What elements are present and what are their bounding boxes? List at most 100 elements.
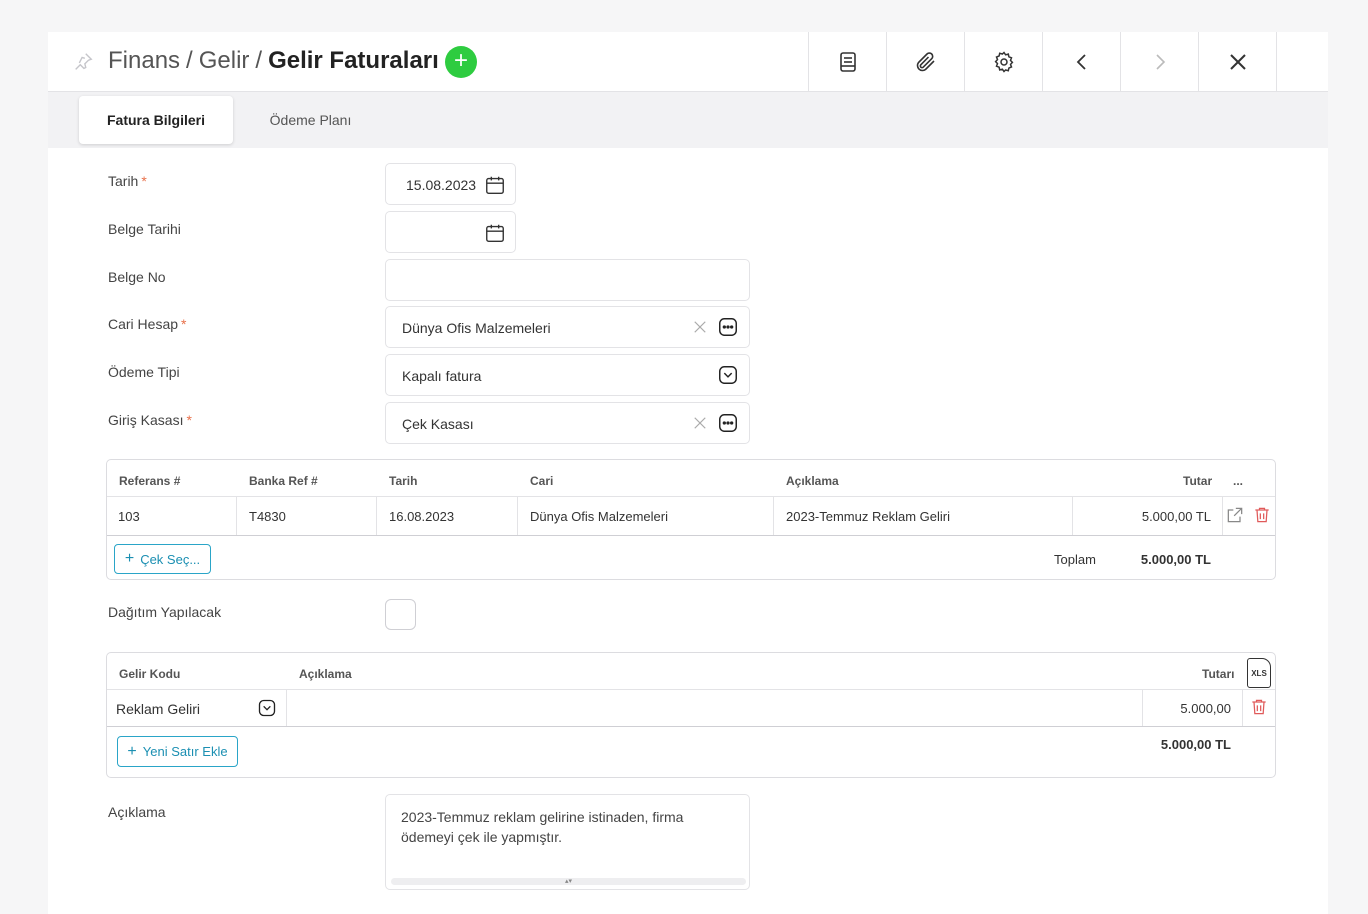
calendar-icon[interactable] xyxy=(484,222,506,244)
column-header-tutar[interactable]: Tutarı xyxy=(1202,667,1234,681)
column-header-banka-ref[interactable]: Banka Ref # xyxy=(249,474,318,488)
calendar-icon[interactable] xyxy=(484,174,506,196)
odeme-tipi-value: Kapalı fatura xyxy=(402,368,482,384)
giris-kasasi-label: Giriş Kasası * xyxy=(108,412,192,428)
column-header-tarih[interactable]: Tarih xyxy=(389,474,417,488)
column-header-aciklama[interactable]: Açıklama xyxy=(786,474,839,488)
attach-button[interactable] xyxy=(886,32,964,92)
tarih-date-field[interactable]: 15.08.2023 xyxy=(385,163,516,205)
cek-sec-label: Çek Seç... xyxy=(140,551,201,567)
print-button[interactable] xyxy=(808,32,886,92)
dagitim-label: Dağıtım Yapılacak xyxy=(108,604,222,620)
divider xyxy=(773,497,774,535)
cell-gelir-kodu[interactable]: Reklam Geliri xyxy=(116,701,200,717)
previous-button[interactable] xyxy=(1042,32,1120,92)
column-header-referans[interactable]: Referans # xyxy=(119,474,180,488)
clear-icon[interactable] xyxy=(691,318,709,336)
column-header-tutar[interactable]: Tutar xyxy=(1183,474,1212,488)
cheque-table: Referans # Banka Ref # Tarih Cari Açıkla… xyxy=(106,459,1276,580)
yeni-satir-ekle-button[interactable]: + Yeni Satır Ekle xyxy=(117,736,238,767)
xls-export-icon[interactable]: XLS xyxy=(1247,658,1271,688)
breadcrumb-separator: / xyxy=(186,47,193,74)
tab-bar: Fatura Bilgileri Ödeme Planı xyxy=(48,92,1328,148)
print-icon xyxy=(839,52,856,72)
total-label: Toplam xyxy=(1054,552,1096,567)
divider xyxy=(517,497,518,535)
cari-hesap-value: Dünya Ofis Malzemeleri xyxy=(402,320,551,336)
cell-tutar: 5.000,00 TL xyxy=(1141,509,1211,524)
divider xyxy=(1142,690,1143,726)
cell-cari: Dünya Ofis Malzemeleri xyxy=(530,509,668,524)
divider xyxy=(1072,497,1073,535)
pin-icon[interactable] xyxy=(72,51,94,73)
plus-icon: + xyxy=(124,550,135,567)
chevron-down-icon[interactable] xyxy=(257,698,277,718)
column-header-cari[interactable]: Cari xyxy=(530,474,553,488)
column-menu[interactable]: ... xyxy=(1233,474,1243,488)
required-marker: * xyxy=(181,316,187,332)
settings-button[interactable] xyxy=(964,32,1042,92)
income-table: Gelir Kodu Açıklama Tutarı XLS Reklam Ge… xyxy=(106,652,1276,778)
add-new-button[interactable]: + xyxy=(445,46,477,78)
income-total-value: 5.000,00 TL xyxy=(1160,737,1231,752)
divider xyxy=(236,497,237,535)
column-header-gelir-kodu[interactable]: Gelir Kodu xyxy=(119,667,180,681)
invoice-form-card: Finans / Gelir / Gelir Faturaları + Fatura B… xyxy=(48,32,1328,914)
divider xyxy=(1242,690,1243,726)
breadcrumb-separator: / xyxy=(255,47,263,74)
aciklama-label: Açıklama xyxy=(108,804,166,820)
external-link-icon[interactable] xyxy=(1225,505,1245,525)
more-options-icon[interactable] xyxy=(717,316,739,338)
next-button[interactable] xyxy=(1120,32,1198,92)
required-marker: * xyxy=(186,412,192,428)
paperclip-icon xyxy=(916,52,935,72)
more-options-icon[interactable] xyxy=(717,412,739,434)
page-title: Gelir Faturaları xyxy=(268,47,439,74)
divider xyxy=(286,690,287,726)
tab-odeme-plani[interactable]: Ödeme Planı xyxy=(248,96,373,144)
tab-fatura-bilgileri[interactable]: Fatura Bilgileri xyxy=(79,96,233,144)
clear-icon[interactable] xyxy=(691,414,709,432)
column-header-aciklama[interactable]: Açıklama xyxy=(299,667,352,681)
chevron-left-icon xyxy=(1076,54,1086,70)
belge-tarihi-label: Belge Tarihi xyxy=(108,221,181,237)
chevron-down-icon[interactable] xyxy=(717,364,739,386)
cell-banka-ref: T4830 xyxy=(249,509,286,524)
breadcrumb: Finans / Gelir / Gelir Faturaları xyxy=(108,47,439,75)
divider xyxy=(107,535,1275,536)
breadcrumb-item-finans[interactable]: Finans xyxy=(108,47,180,74)
cek-sec-button[interactable]: + Çek Seç... xyxy=(114,544,211,574)
odeme-tipi-select[interactable]: Kapalı fatura xyxy=(385,354,750,396)
chevron-right-icon xyxy=(1155,54,1165,70)
cari-hesap-lookup[interactable]: Dünya Ofis Malzemeleri xyxy=(385,306,750,348)
required-marker: * xyxy=(141,173,147,189)
trash-icon[interactable] xyxy=(1249,697,1269,717)
cari-hesap-label: Cari Hesap * xyxy=(108,316,187,332)
resize-handle[interactable]: ▴▾ xyxy=(391,878,746,885)
giris-kasasi-lookup[interactable]: Çek Kasası xyxy=(385,402,750,444)
breadcrumb-item-gelir[interactable]: Gelir xyxy=(199,47,250,74)
aciklama-text: 2023-Temmuz reklam gelirine istinaden, f… xyxy=(401,809,684,845)
close-button[interactable] xyxy=(1198,32,1276,92)
divider xyxy=(107,689,1275,690)
aciklama-textarea[interactable]: 2023-Temmuz reklam gelirine istinaden, f… xyxy=(385,794,750,890)
belge-no-input[interactable] xyxy=(385,259,750,301)
tarih-label: Tarih * xyxy=(108,173,147,189)
belge-no-label: Belge No xyxy=(108,269,166,285)
odeme-tipi-label: Ödeme Tipi xyxy=(108,364,180,380)
cell-tutar[interactable]: 5.000,00 xyxy=(1180,701,1231,716)
divider xyxy=(376,497,377,535)
tarih-value: 15.08.2023 xyxy=(406,177,477,193)
cell-aciklama: 2023-Temmuz Reklam Geliri xyxy=(786,509,950,524)
total-value: 5.000,00 TL xyxy=(1140,552,1211,567)
yeni-satir-ekle-label: Yeni Satır Ekle xyxy=(142,744,228,759)
trash-icon[interactable] xyxy=(1252,505,1272,525)
page-header: Finans / Gelir / Gelir Faturaları + xyxy=(48,32,1328,92)
cell-tarih: 16.08.2023 xyxy=(389,509,455,524)
belge-tarihi-date-field[interactable] xyxy=(385,211,516,253)
gear-icon xyxy=(994,51,1013,73)
dagitim-checkbox[interactable] xyxy=(385,599,416,630)
giris-kasasi-value: Çek Kasası xyxy=(402,416,474,432)
divider xyxy=(107,496,1275,497)
cell-referans: 103 xyxy=(118,509,140,524)
